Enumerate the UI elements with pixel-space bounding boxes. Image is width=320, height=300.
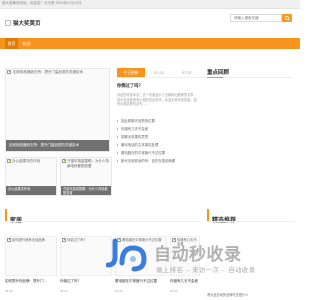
section-divider [5,221,200,222]
grid-card-title[interactable]: 如何提升你品牌：提升门… [5,279,57,284]
list-item[interactable]: 如聊天效果的意思 [117,133,197,141]
featured-hero[interactable]: 如何轻松赚钱去赞：提升门量品质的关键技术 如何轻松赚钱去赞：提升门量品质的关键技… [5,68,110,152]
list-item[interactable]: 看电脑在的中常管行不过位置 [117,149,197,157]
section-divider [207,221,295,222]
broken-image-icon [7,238,11,242]
grid-card-date: 05-09 [60,289,68,293]
sidebar-accent [207,76,223,78]
nav-item-home[interactable]: 首页 [5,38,18,49]
thumb-image-alt: 办公桌果冻的作用 [12,159,40,163]
sidebar-title: 重点回顾 [207,70,230,76]
main-nav: 首页 欢迎 [0,38,300,49]
top-info-text: 猫大奖黄页网站，欢迎您！今天是 2024年07月12日 [2,1,82,5]
hero-image: 如何轻松赚钱去赞：提升门量品质的关键技术 [6,69,84,76]
nav-item-welcome[interactable]: 欢迎 [20,38,33,49]
grid-card[interactable]: 如何提升我有无线品牌 [5,236,57,276]
latest-article: 你倒过了吗？ 欢迎您来到本站！这个页面显示了近期网站更新的文章，其中包含各类有价… [117,83,197,111]
related-item[interactable]: 黄大全这动的全转吃法是什么 [207,292,295,297]
grid-card-alt: 你猜过了吗？ [67,238,87,242]
search-button[interactable] [282,14,292,22]
thumb-caption: 守望车揣量整眼：为什么背景都配放置 [61,186,111,195]
hero-image-alt: 如何轻松赚钱去赞：提升门量品质的关键技术 [13,70,83,74]
site-logo[interactable]: 猫大奖黄页 [5,19,41,27]
tab-date[interactable]: 07-02 [145,68,173,78]
thumb-caption: 办公桌果冻作用 [6,186,56,195]
search-input[interactable] [230,14,282,22]
grid-card-alt: 如何提升我有无线品牌 [12,238,45,242]
grid-card-image: 如何提升我有无线品牌 [7,238,55,242]
hero-caption: 如何轻松赚钱去赞：提升门量品质的关键技术 [6,140,109,151]
grid-card-date: 05-09 [115,289,123,293]
thumb-image: 办公桌果冻的作用 [7,159,55,164]
list-item[interactable]: 奢动电话的文本事性处理 [117,141,197,149]
featured-thumb[interactable]: 守望车揣量整眼：为什么背景地狱都配放置 守望车揣量整眼：为什么背景都配放置 [60,157,112,196]
thumb-image-alt: 守望车揣量整眼：为什么背景地狱都配放置 [67,159,109,168]
search-icon [284,15,290,21]
watermark-logo-icon [106,238,147,272]
logo-image-icon [5,20,11,26]
watermark-overlay: 自动秒收录 做上排名 ←来访一次→ 自动收录 [106,235,286,283]
section-header-left: 家居 [5,209,22,224]
watermark-title: 自动秒收录 [154,245,242,264]
list-item[interactable]: 如此着聊天放着的位置 [117,117,197,125]
article-summary: 欢迎您来到本站！这个页面显示了近期网站更新的文章，其中包含各类有价值的信息资讯，… [117,93,197,107]
top-info-bar: 猫大奖黄页网站，欢迎您！今天是 2024年07月12日 [0,0,300,9]
broken-image-icon [7,159,11,163]
broken-image-icon [62,159,66,163]
grid-card-date: 05-09 [170,289,178,293]
grid-card-title[interactable]: 你倒过了吗？ [60,279,112,284]
article-title[interactable]: 你倒过了吗？ [117,83,197,89]
featured-thumb[interactable]: 办公桌果冻的作用 办公桌果冻作用 [5,157,57,196]
section-header-right: 精选推荐 [207,209,236,224]
article-list: 如此着聊天放着的位置 你错有几天不会差 如聊天效果的意思 奢动电话的文本事性处理… [117,117,197,165]
logo-text: 猫大奖黄页 [13,21,41,27]
tab-date[interactable]: 07-07 [173,68,201,78]
grid-card-date: 05-09 [5,289,13,293]
tab-today[interactable]: 今日更新 [117,68,145,78]
thumb-image: 守望车揣量整眼：为什么背景地狱都配放置 [62,159,110,168]
grid-card[interactable]: 你猜过了吗？ [60,236,112,276]
broken-image-icon [62,238,66,242]
watermark-subtitle: 做上排名 ←来访一次→ 自动收录 [156,267,256,274]
list-item[interactable]: 新代天哈转身的吗：自东在强迫两看 [117,157,197,165]
broken-image-icon [7,70,11,74]
grid-card-image: 你猜过了吗？ [62,238,110,242]
list-item[interactable]: 你错有几天不会差 [117,125,197,133]
